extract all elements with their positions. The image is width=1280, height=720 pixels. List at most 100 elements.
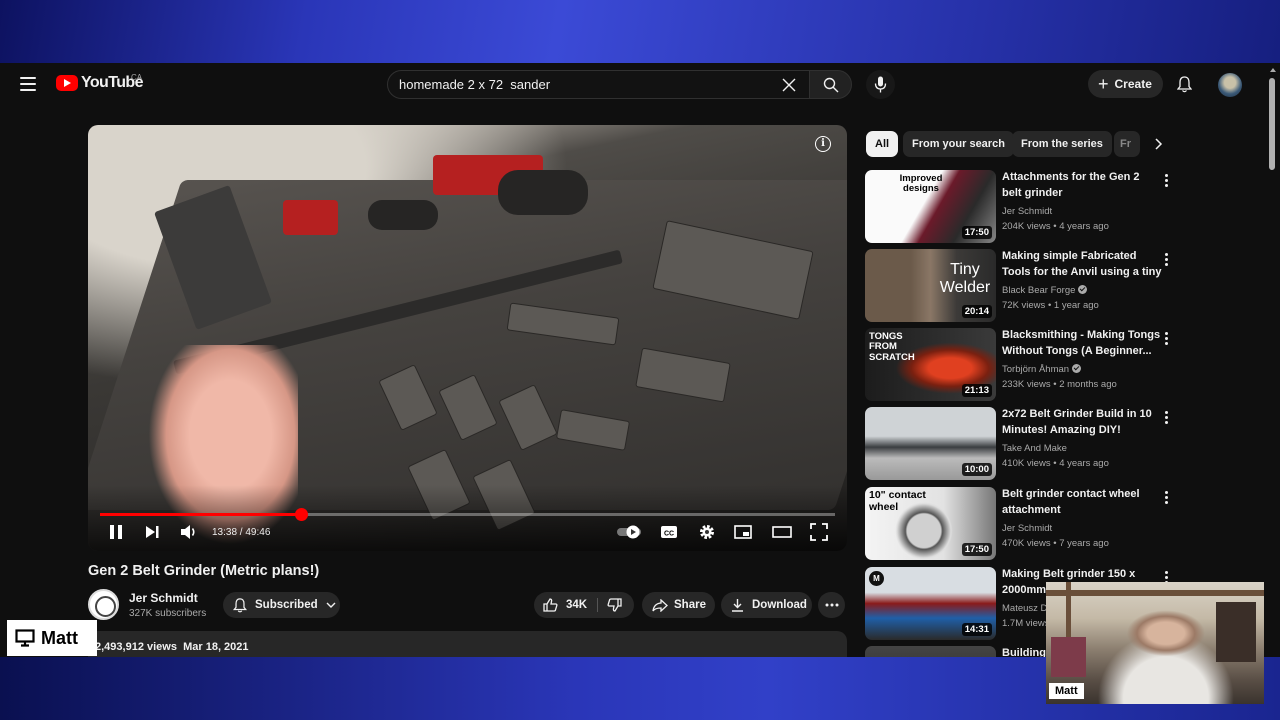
closed-captions-icon[interactable]: CC: [660, 523, 678, 541]
chip-all[interactable]: All: [866, 131, 899, 157]
webcam-name-label: Matt: [1049, 683, 1084, 699]
thumbnail-caption: Improved designs: [899, 173, 943, 195]
subscribed-button[interactable]: Subscribed: [223, 592, 340, 618]
like-button[interactable]: 34K: [534, 598, 597, 612]
video-frame-tool: [283, 200, 338, 235]
progress-bar[interactable]: [100, 508, 835, 521]
more-vertical-icon[interactable]: [1165, 411, 1168, 426]
recommendation-item[interactable]: 10:00 2x72 Belt Grinder Build in 10 Minu…: [865, 407, 1175, 482]
menu-icon[interactable]: [20, 77, 36, 91]
duration-badge: 14:31: [961, 623, 992, 636]
info-icon[interactable]: i: [815, 136, 831, 152]
time-display: 13:38 / 49:46: [212, 527, 271, 538]
account-avatar[interactable]: [1218, 73, 1242, 97]
search-box: [387, 70, 810, 99]
close-icon[interactable]: [782, 78, 796, 92]
channel-avatar[interactable]: [88, 589, 119, 620]
bell-icon: [233, 597, 247, 612]
desktop-background-top: [0, 0, 1280, 63]
recommendation-title[interactable]: Attachments for the Gen 2 belt grinder: [1002, 170, 1162, 201]
channel-name[interactable]: Jer Schmidt: [129, 591, 198, 605]
recommendation-meta: 470K views • 7 years ago: [1002, 538, 1109, 549]
progress-played: [100, 513, 302, 516]
search-input[interactable]: [399, 77, 769, 92]
webcam-beam: [1046, 590, 1264, 596]
duration-badge: 10:00: [961, 463, 992, 476]
thumbnail-caption: Tiny Welder: [939, 261, 991, 296]
duration-badge: 20:14: [961, 305, 992, 318]
video-thumbnail[interactable]: Improved designs 17:50: [865, 170, 996, 243]
video-player[interactable]: i 13:38 / 49:46 CC: [88, 125, 847, 551]
more-horizontal-icon: [825, 603, 838, 607]
page-scrollbar[interactable]: [1268, 68, 1276, 170]
thumbs-down-icon[interactable]: [607, 598, 622, 612]
subscriber-count: 327K subscribers: [129, 608, 207, 619]
recommendation-meta: 72K views • 1 year ago: [1002, 300, 1099, 311]
download-button[interactable]: Download: [721, 592, 812, 618]
recommendation-channel[interactable]: Take And Make: [1002, 443, 1067, 454]
view-count-date: 2,493,912 views Mar 18, 2021: [95, 641, 249, 653]
recommendation-channel[interactable]: Mateusz D: [1002, 603, 1047, 614]
recommendation-item[interactable]: 10" contact wheel 17:50 Belt grinder con…: [865, 487, 1175, 562]
notifications-bell-icon[interactable]: [1177, 76, 1192, 93]
pause-icon[interactable]: [108, 523, 124, 541]
video-thumbnail[interactable]: 10" contact wheel 17:50: [865, 487, 996, 560]
miniplayer-icon[interactable]: [734, 523, 752, 541]
more-vertical-icon[interactable]: [1165, 174, 1168, 189]
chip-from-your-search[interactable]: From your search: [903, 131, 1014, 157]
country-code: CA: [131, 73, 143, 82]
search-button[interactable]: [809, 70, 852, 99]
svg-text:CC: CC: [664, 531, 674, 538]
plus-icon: +: [1098, 74, 1109, 94]
streamer-name-badge: Matt: [7, 620, 97, 656]
more-actions-button[interactable]: [818, 592, 845, 618]
controls-gradient: [88, 485, 847, 551]
video-frame-tool: [368, 200, 438, 230]
more-vertical-icon[interactable]: [1165, 253, 1168, 268]
settings-gear-icon[interactable]: [698, 523, 716, 541]
thumbnail-caption: 10" contact wheel: [869, 489, 926, 513]
fullscreen-icon[interactable]: [810, 523, 828, 541]
recommendation-item[interactable]: Improved designs 17:50 Attachments for t…: [865, 170, 1175, 245]
video-thumbnail[interactable]: M 14:31: [865, 567, 996, 640]
more-vertical-icon[interactable]: [1165, 332, 1168, 347]
channel-logo-icon: M: [869, 571, 884, 586]
video-thumbnail[interactable]: TONGS FROM SCRATCH 21:13: [865, 328, 996, 401]
recommendation-channel[interactable]: Jer Schmidt: [1002, 206, 1052, 217]
duration-badge: 21:13: [961, 384, 992, 397]
voice-search-button[interactable]: [866, 70, 895, 99]
webcam-beam: [1216, 602, 1256, 662]
microphone-icon: [874, 76, 887, 93]
video-frame-tool: [498, 170, 588, 215]
share-button[interactable]: Share: [642, 592, 715, 618]
chip-truncated[interactable]: Fr: [1114, 131, 1140, 157]
video-thumbnail[interactable]: Tiny Welder 20:14: [865, 249, 996, 322]
recommendation-channel[interactable]: Black Bear Forge: [1002, 285, 1088, 296]
recommendation-title[interactable]: Making simple Fabricated Tools for the A…: [1002, 249, 1162, 280]
thumbs-up-icon: [543, 598, 558, 612]
video-thumbnail[interactable]: [865, 646, 996, 657]
recommendation-channel[interactable]: Torbjörn Åhman: [1002, 364, 1082, 375]
chevron-right-icon[interactable]: [1153, 137, 1163, 151]
video-title: Gen 2 Belt Grinder (Metric plans!): [88, 563, 320, 579]
youtube-play-icon: [56, 75, 78, 91]
recommendation-item[interactable]: Tiny Welder 20:14 Making simple Fabricat…: [865, 249, 1175, 324]
theater-mode-icon[interactable]: [772, 523, 792, 541]
chip-from-the-series[interactable]: From the series: [1012, 131, 1112, 157]
next-icon[interactable]: [144, 523, 160, 541]
recommendation-title[interactable]: Blacksmithing - Making Tongs Without Ton…: [1002, 328, 1162, 359]
recommendation-meta: 1.7M views: [1002, 618, 1050, 629]
create-button[interactable]: + Create: [1088, 70, 1163, 98]
recommendation-channel[interactable]: Jer Schmidt: [1002, 523, 1052, 534]
recommendation-title[interactable]: 2x72 Belt Grinder Build in 10 Minutes! A…: [1002, 407, 1162, 438]
youtube-logo[interactable]: YouTube CA: [56, 73, 143, 92]
duration-badge: 17:50: [961, 543, 992, 556]
recommendation-title[interactable]: Belt grinder contact wheel attachment: [1002, 487, 1162, 518]
volume-icon[interactable]: [180, 523, 198, 541]
recommendation-item[interactable]: TONGS FROM SCRATCH 21:13 Blacksmithing -…: [865, 328, 1175, 403]
thumbnail-caption: TONGS FROM SCRATCH: [869, 331, 915, 363]
webcam-clutter: [1051, 637, 1086, 677]
autoplay-toggle-icon[interactable]: [616, 523, 644, 541]
more-vertical-icon[interactable]: [1165, 491, 1168, 506]
video-thumbnail[interactable]: 10:00: [865, 407, 996, 480]
